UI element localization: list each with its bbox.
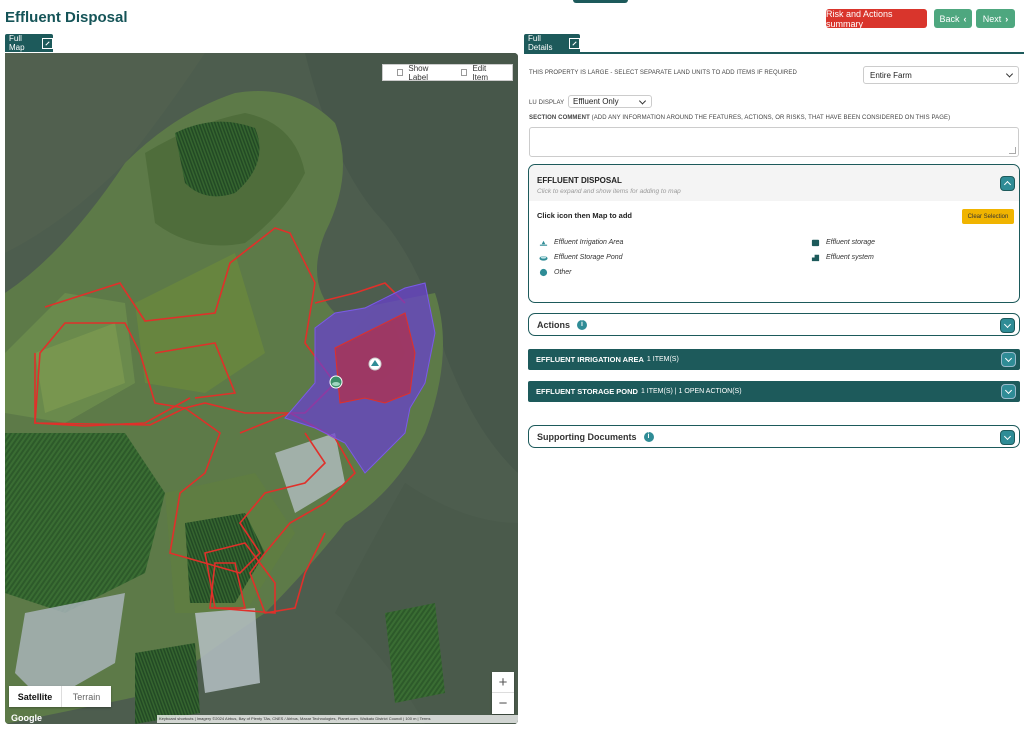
edit-item-toggle[interactable]: Edit Item [461, 64, 500, 82]
risk-button-label: Risk and Actions summary [826, 8, 893, 29]
land-units-label: THIS PROPERTY IS LARGE - SELECT SEPARATE… [529, 70, 797, 76]
effluent-disposal-panel: EFFLUENT DISPOSAL Click to expand and sh… [528, 164, 1020, 303]
satellite-map[interactable]: Show Label Edit Item Satellite Terrain +… [5, 53, 518, 724]
show-label-text: Show Label [408, 63, 429, 82]
item-other[interactable]: Other [539, 268, 572, 277]
item-label: Effluent Storage Pond [554, 254, 623, 261]
item-label: Other [554, 269, 572, 276]
google-logo: Google [11, 713, 42, 723]
effluent-disposal-title: EFFLUENT DISPOSAL [537, 176, 622, 185]
click-icon-instruction: Click icon then Map to add [537, 211, 633, 220]
section-comment-input[interactable] [529, 127, 1019, 157]
tab-full-details-label: Full Details [528, 34, 553, 52]
land-unit-select-value: Entire Farm [870, 70, 912, 80]
tab-full-details[interactable]: Full Details [524, 34, 580, 52]
back-button[interactable]: Back ‹ [934, 9, 972, 28]
map-type-control: Satellite Terrain [9, 686, 111, 707]
lu-display-select[interactable]: Effluent Only [568, 95, 652, 108]
zoom-in-button[interactable]: + [492, 672, 514, 693]
actions-accordion[interactable]: Actions i [528, 313, 1020, 336]
map-attribution[interactable]: Keyboard shortcuts | Imagery ©2024 Airbu… [157, 715, 518, 723]
land-unit-select[interactable]: Entire Farm [863, 66, 1019, 84]
pond-accordion-title: EFFLUENT STORAGE POND [536, 387, 638, 396]
item-effluent-irrigation-area[interactable]: Effluent Irrigation Area [539, 238, 623, 247]
map-options-bar: Show Label Edit Item [382, 64, 513, 82]
chevron-right-icon: › [1005, 13, 1009, 24]
map-type-terrain-button[interactable]: Terrain [61, 686, 111, 707]
storage-icon [811, 239, 820, 247]
tab-full-map-label: Full Map [9, 34, 25, 52]
chevron-down-icon [1005, 70, 1014, 78]
page-title: Effluent Disposal [5, 9, 128, 26]
effluent-storage-pond-accordion[interactable]: EFFLUENT STORAGE POND 1 ITEM(S) | 1 OPEN… [528, 381, 1020, 402]
tab-underline [524, 52, 1024, 54]
zoom-out-button[interactable]: − [492, 693, 514, 714]
map-imagery [5, 53, 518, 724]
chevron-left-icon: ‹ [963, 13, 967, 24]
collapse-button[interactable] [1000, 176, 1015, 191]
item-effluent-system[interactable]: Effluent system [811, 253, 874, 262]
chevron-down-icon [638, 96, 647, 105]
lu-display-label: LU DISPLAY [529, 100, 565, 106]
system-icon [811, 254, 820, 262]
actions-title: Actions [537, 319, 571, 330]
irrigation-accordion-count: 1 ITEM(S) [646, 356, 679, 363]
supporting-documents-accordion[interactable]: Supporting Documents i [528, 425, 1020, 448]
supporting-documents-title: Supporting Documents [537, 431, 637, 442]
risk-actions-summary-button[interactable]: Risk and Actions summary [826, 8, 927, 29]
map-type-satellite-button[interactable]: Satellite [9, 686, 61, 707]
expand-button[interactable] [1000, 430, 1015, 445]
info-icon[interactable]: i [643, 431, 654, 442]
expand-button[interactable] [1001, 384, 1016, 399]
effluent-irrigation-area-accordion[interactable]: EFFLUENT IRRIGATION AREA 1 ITEM(S) [528, 349, 1020, 370]
lu-display-select-value: Effluent Only [573, 97, 619, 106]
item-effluent-storage[interactable]: Effluent storage [811, 238, 875, 247]
zoom-control: + − [492, 672, 514, 714]
expand-icon [42, 37, 53, 49]
item-label: Effluent Irrigation Area [554, 239, 624, 246]
effluent-disposal-subtitle: Click to expand and show items for addin… [537, 188, 681, 195]
effluent-disposal-header[interactable]: EFFLUENT DISPOSAL Click to expand and sh… [529, 165, 1019, 201]
info-icon[interactable]: i [577, 319, 588, 330]
next-button[interactable]: Next › [976, 9, 1015, 28]
show-label-checkbox[interactable] [397, 69, 404, 76]
section-comment-label: SECTION COMMENT (ADD ANY INFORMATION ARO… [529, 115, 950, 121]
item-label: Effluent storage [826, 239, 876, 246]
expand-button[interactable] [1001, 352, 1016, 367]
expand-icon [569, 37, 580, 49]
edit-item-text: Edit Item [472, 63, 488, 82]
edit-item-checkbox[interactable] [461, 69, 468, 76]
pond-icon [539, 256, 548, 261]
expand-button[interactable] [1000, 318, 1015, 333]
tab-full-map[interactable]: Full Map [5, 34, 53, 52]
next-button-label: Next [982, 13, 1002, 24]
other-icon [539, 268, 548, 277]
pond-accordion-count: 1 ITEM(S) | 1 OPEN ACTION(S) [640, 388, 742, 395]
show-label-toggle[interactable]: Show Label [397, 64, 445, 82]
item-effluent-storage-pond[interactable]: Effluent Storage Pond [539, 253, 623, 262]
irrigation-icon [539, 240, 548, 246]
irrigation-accordion-title: EFFLUENT IRRIGATION AREA [536, 355, 644, 364]
back-button-label: Back [939, 13, 960, 24]
clear-selection-button[interactable]: Clear Selection [962, 209, 1014, 224]
top-tab-indicator [573, 0, 628, 3]
section-comment-rest: (ADD ANY INFORMATION AROUND THE FEATURES… [589, 115, 951, 121]
item-label: Effluent system [826, 254, 874, 261]
section-comment-bold: SECTION COMMENT [529, 115, 590, 121]
